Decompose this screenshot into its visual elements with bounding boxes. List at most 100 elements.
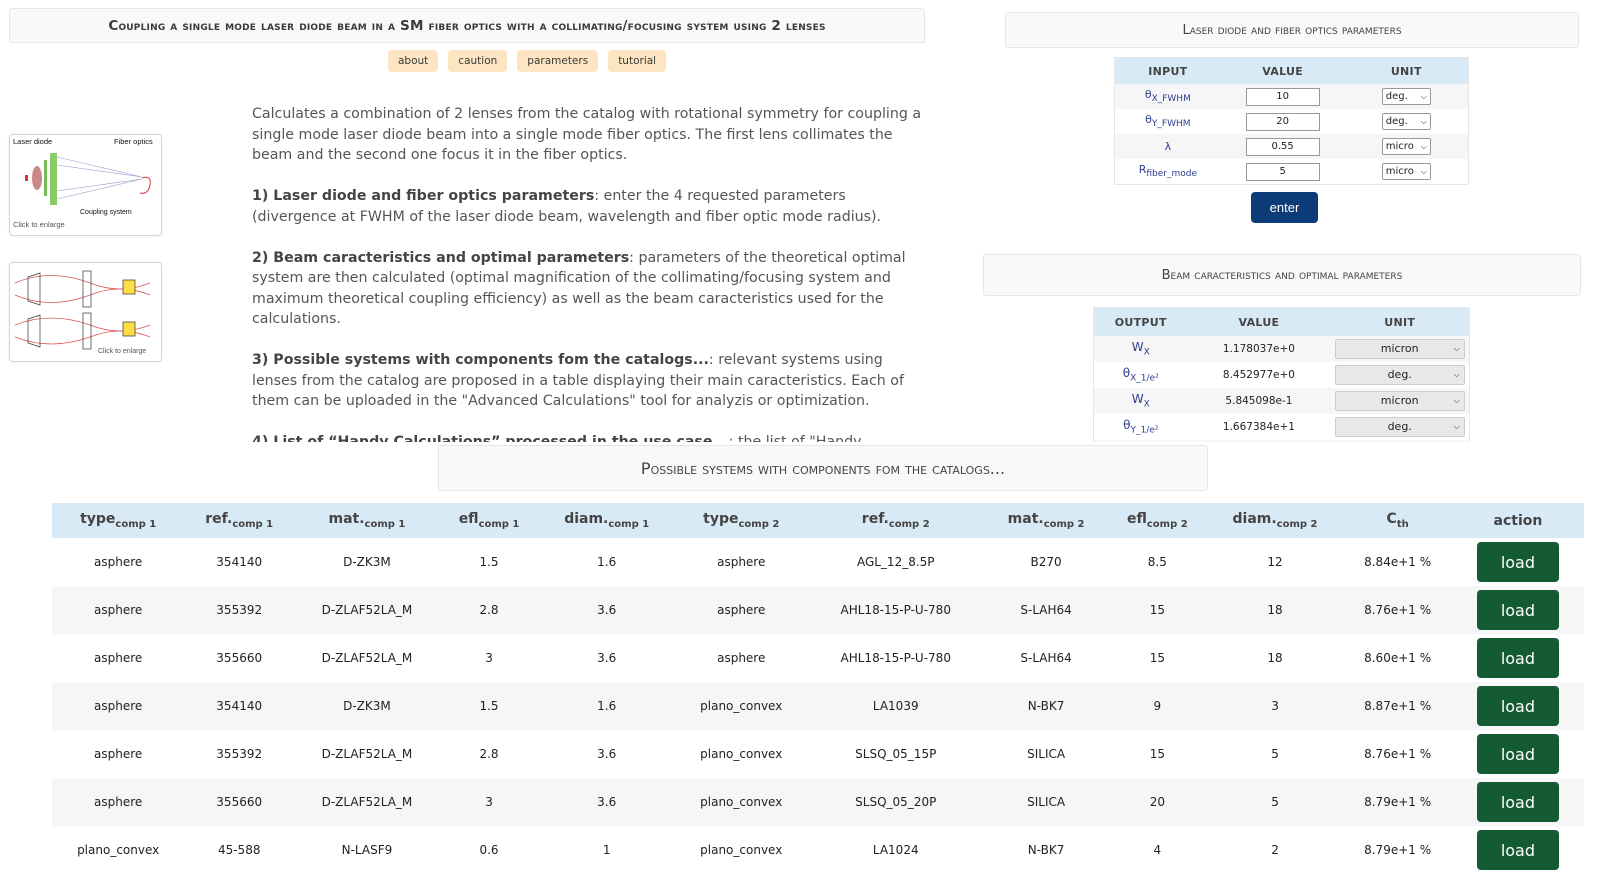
output-symbol: WX	[1093, 388, 1188, 414]
systems-panel-title: Possible systems with components fom the…	[438, 445, 1208, 491]
input-value-field[interactable]	[1245, 137, 1320, 156]
table-cell: 3	[439, 778, 539, 826]
table-cell: asphere	[717, 555, 766, 569]
input-symbol: Rfiber_mode	[1138, 163, 1197, 180]
chevron-down-icon: ⌵	[1420, 92, 1427, 101]
desc-section-4: 4) List of “Handy Calculations” processe…	[252, 434, 862, 442]
desc-intro: Calculates a combination of 2 lenses fro…	[252, 106, 922, 163]
thumbnail-laser-coupling[interactable]: Laser diode Fiber optics Coupling system…	[9, 134, 162, 236]
input-symbol: θX_FWHM	[1114, 84, 1221, 109]
output-unit-select[interactable]: micron ⌵	[1334, 391, 1465, 411]
load-button[interactable]: load	[1476, 638, 1559, 678]
load-button[interactable]: load	[1476, 542, 1559, 582]
unit-select[interactable]: micro ⌵	[1381, 138, 1431, 155]
table-cell: D-ZK3M	[294, 682, 440, 730]
load-button[interactable]: load	[1476, 686, 1559, 726]
input-value-field[interactable]	[1245, 87, 1320, 106]
table-cell: AHL18-15-P-U-780	[807, 586, 985, 634]
nav-caution[interactable]: caution	[448, 50, 508, 72]
output-unit-select[interactable]: micron ⌵	[1334, 339, 1465, 359]
table-cell: 355392	[184, 586, 295, 634]
output-row: θX_1/e² 8.452977e+0 deg. ⌵	[1094, 362, 1470, 388]
lens-system-diagram-icon: Click to enlarge	[14, 270, 151, 355]
nav-about[interactable]: about	[388, 50, 439, 72]
table-cell: 4	[1153, 843, 1162, 857]
unit-select[interactable]: deg. ⌵	[1381, 113, 1431, 130]
load-button[interactable]: load	[1476, 590, 1559, 630]
table-cell: 8.5	[1147, 555, 1167, 569]
input-value-field[interactable]	[1245, 112, 1320, 131]
unit-select[interactable]: deg. ⌵	[1381, 88, 1431, 105]
systems-col-header: eflcomp 1	[439, 503, 539, 538]
table-cell: 9	[1108, 682, 1207, 730]
thumbnail-lens-system[interactable]: Click to enlarge	[9, 262, 162, 362]
table-cell: 354140	[184, 682, 295, 730]
systems-col-header: action	[1451, 503, 1584, 538]
table-cell: D-ZLAF52LA_M	[294, 586, 440, 634]
output-symbol: M	[1093, 440, 1188, 442]
page-title: Coupling a single mode laser diode beam …	[9, 8, 925, 43]
enter-button[interactable]: enter	[1251, 192, 1318, 223]
table-cell: 3.6	[538, 586, 676, 634]
table-cell: N-BK7	[1027, 843, 1065, 857]
output-unit-select[interactable]: deg. ⌵	[1334, 365, 1465, 385]
table-cell: 1.6	[597, 555, 617, 569]
load-button[interactable]: load	[1476, 734, 1559, 774]
table-cell: 45-588	[217, 843, 261, 857]
output-scroll-area[interactable]: OUTPUT VALUE UNIT WX 1.178037e+0 micron ⌵ θX…	[1093, 307, 1470, 442]
systems-col-header: mat.comp 2	[984, 503, 1109, 538]
systems-col-header: typecomp 2	[675, 503, 808, 538]
table-cell: 8.79e+1 %	[1364, 843, 1432, 857]
ldfo-panel-title: Laser diode and fiber optics parameters	[1005, 12, 1579, 48]
table-row: asphere 354140 D-ZK3M 1.5 1.6 asphere AGL_12_8…	[52, 538, 1584, 586]
thumb1-label-fiber: Fiber optics	[114, 137, 153, 146]
table-cell: S-LAH64	[1020, 651, 1072, 665]
table-cell: asphere	[52, 586, 185, 634]
table-cell: 355660	[216, 651, 263, 665]
table-cell: 1	[602, 843, 611, 857]
table-cell: 3.6	[538, 778, 676, 826]
output-row: θY_1/e² 1.667384e+1 deg. ⌵	[1094, 414, 1470, 440]
table-cell: S-LAH64	[984, 586, 1109, 634]
table-cell: 8.84e+1 %	[1364, 555, 1432, 569]
systems-col-header: Cth	[1343, 503, 1452, 538]
input-value-field[interactable]	[1245, 162, 1320, 181]
output-symbol: WX	[1093, 336, 1188, 362]
table-row: asphere 355660 D-ZLAF52LA_M 3 3.6 plano_conve…	[52, 778, 1584, 826]
table-cell: 2.8	[439, 586, 539, 634]
table-cell: 18	[1206, 586, 1344, 634]
table-cell: 1.5	[479, 555, 499, 569]
nav-tutorial[interactable]: tutorial	[608, 50, 667, 72]
input-row: θX_FWHM deg.⌵	[1114, 84, 1469, 109]
table-cell: asphere	[52, 778, 185, 826]
output-unit-select[interactable]: ⌵	[1334, 441, 1465, 442]
output-unit-select[interactable]: deg. ⌵	[1334, 417, 1465, 437]
table-cell: plano_convex	[675, 682, 808, 730]
output-row: WX 1.178037e+0 micron ⌵	[1093, 336, 1470, 362]
chevron-down-icon: ⌵	[1453, 396, 1460, 405]
table-cell: B270	[1030, 555, 1062, 569]
chevron-down-icon: ⌵	[1420, 142, 1427, 151]
table-cell: 1.6	[538, 682, 676, 730]
nav-bar: about caution parameters tutorial	[388, 50, 667, 72]
table-cell: 8.76e+1 %	[1364, 747, 1432, 761]
systems-col-header: eflcomp 2	[1108, 503, 1207, 538]
input-row: λ micro⌵	[1114, 134, 1469, 159]
load-button[interactable]: load	[1476, 782, 1559, 822]
nav-parameters[interactable]: parameters	[517, 50, 599, 72]
table-cell: 355660	[184, 778, 295, 826]
desc-section-2: 2) Beam caracteristics and optimal param…	[252, 249, 906, 328]
output-unit-col-header: UNIT	[1330, 307, 1470, 336]
table-cell: asphere	[675, 586, 808, 634]
load-button[interactable]: load	[1476, 830, 1559, 870]
systems-col-header: ref.comp 1	[184, 503, 295, 538]
thumb1-label-coupling: Coupling system	[80, 209, 132, 216]
table-cell: 15	[1149, 747, 1165, 761]
output-row: WX 5.845098e-1 micron ⌵	[1093, 388, 1470, 414]
table-cell: plano_convex	[700, 843, 783, 857]
output-value: 2.02e+0	[1187, 440, 1331, 442]
output-symbol: θY_1/e²	[1123, 418, 1159, 436]
input-row: Rfiber_mode micro⌵	[1115, 159, 1469, 185]
unit-select[interactable]: micro ⌵	[1381, 163, 1431, 180]
table-cell: 3.6	[597, 747, 617, 761]
